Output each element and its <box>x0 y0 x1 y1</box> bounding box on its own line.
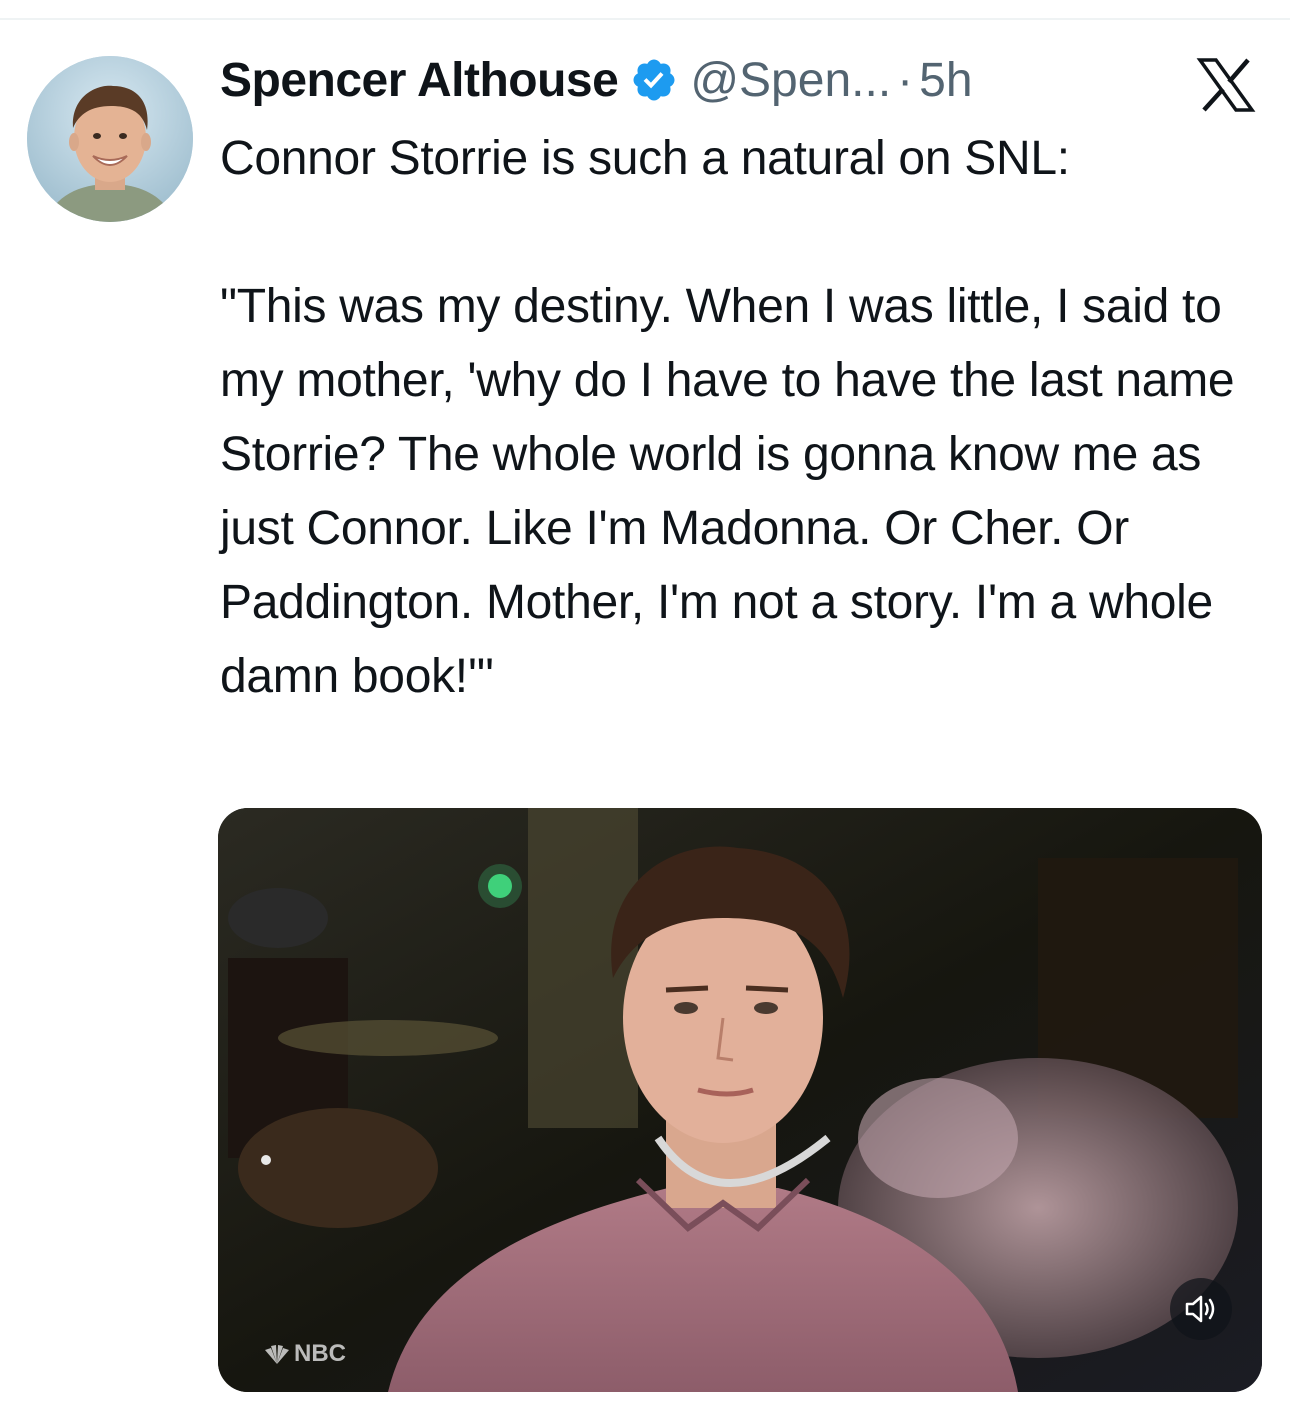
separator-dot: · <box>897 53 914 107</box>
author-handle[interactable]: @Spen... <box>690 53 891 108</box>
verified-badge-icon <box>630 56 678 104</box>
watermark-label: NBC <box>294 1340 346 1367</box>
x-logo-icon <box>1196 58 1256 112</box>
tweet-video[interactable]: NBC <box>218 808 1262 1392</box>
author-display-name[interactable]: Spencer Althouse <box>220 53 619 108</box>
top-divider <box>0 18 1290 20</box>
avatar[interactable] <box>27 56 193 222</box>
tweet-header: Spencer Althouse @Spen... · 5h <box>220 48 973 112</box>
nbc-watermark: NBC <box>262 1340 346 1368</box>
tweet-timestamp[interactable]: 5h <box>919 53 972 108</box>
speaker-icon <box>1185 1295 1215 1323</box>
mute-toggle-button[interactable] <box>1170 1278 1232 1340</box>
tweet-text: Connor Storrie is such a natural on SNL:… <box>220 132 1235 703</box>
nbc-peacock-icon <box>265 1345 289 1364</box>
